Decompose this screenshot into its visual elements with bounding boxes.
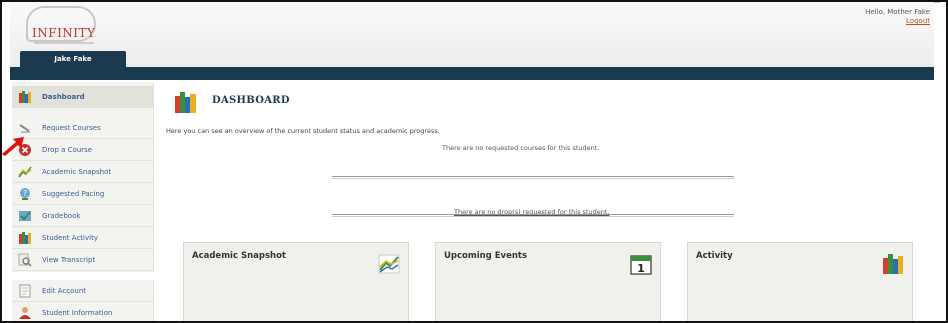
widget-title: Upcoming Events (444, 251, 528, 261)
question-icon: ? (18, 187, 32, 201)
sidebar-item-label: Suggested Pacing (42, 189, 105, 198)
sidebar-item-academic-snapshot[interactable]: Academic Snapshot (12, 161, 154, 183)
sidebar-item-dashboard[interactable]: Dashboard (12, 86, 154, 108)
logo-underline (34, 42, 94, 44)
logo-text: INFINITY (32, 26, 96, 40)
sidebar-item-label: View Transcript (42, 255, 96, 264)
magnifier-icon (18, 253, 32, 267)
section-divider (332, 214, 734, 217)
greeting-text: Hello, Mother Fake (865, 8, 930, 16)
navigation-bar (10, 67, 934, 80)
header: INFINITY Hello, Mother Fake Logout (10, 2, 934, 67)
svg-text:?: ? (23, 189, 27, 198)
sidebar-item-gradebook[interactable]: Gradebook (12, 205, 154, 227)
sidebar-item-label: Drop a Course (42, 145, 93, 154)
widget-upcoming-events[interactable]: Upcoming Events 1 (435, 242, 661, 321)
sidebar: Dashboard Request Courses Drop a Course … (12, 82, 154, 321)
sidebar-item-label: Student Information (42, 308, 113, 317)
sidebar-item-view-transcript[interactable]: View Transcript (12, 249, 154, 271)
sidebar-item-label: Gradebook (42, 211, 81, 220)
widget-title: Activity (696, 251, 733, 261)
sidebar-item-label: Edit Account (42, 286, 87, 295)
calendar-icon: 1 (630, 255, 652, 275)
no-requested-courses-text: There are no requested courses for this … (442, 144, 600, 152)
page-title: DASHBOARD (212, 95, 290, 106)
student-tab[interactable]: Jake Fake (20, 51, 126, 67)
chart-icon (378, 254, 400, 274)
widget-activity[interactable]: Activity (687, 242, 913, 321)
logout-link[interactable]: Logout (906, 17, 930, 25)
books-icon (18, 90, 32, 104)
sidebar-item-label: Request Courses (42, 123, 101, 132)
sidebar-item-label: Student Activity (42, 233, 98, 242)
sidebar-item-request-courses[interactable]: Request Courses (12, 117, 154, 139)
app-frame: INFINITY Hello, Mother Fake Logout Jake … (0, 0, 948, 323)
books-icon (18, 231, 32, 245)
chart-icon (18, 165, 32, 179)
overview-text: Here you can see an overview of the curr… (166, 127, 440, 135)
calendar-day: 1 (637, 262, 645, 275)
checkmark-icon (18, 209, 32, 223)
person-icon (18, 306, 32, 320)
annotation-arrow (2, 137, 24, 156)
books-icon (883, 254, 903, 274)
main-content: DASHBOARD Here you can see an overview o… (162, 82, 934, 321)
sidebar-item-edit-account[interactable]: Edit Account (12, 280, 154, 302)
stapler-icon (18, 121, 32, 135)
sidebar-item-drop-course[interactable]: Drop a Course (12, 139, 154, 161)
widget-title: Academic Snapshot (192, 251, 286, 261)
sidebar-item-label: Academic Snapshot (42, 167, 112, 176)
sidebar-divider (12, 272, 154, 280)
sidebar-item-label: Dashboard (42, 92, 85, 101)
sidebar-item-student-information[interactable]: Student Information (12, 302, 154, 321)
section-divider (332, 176, 734, 179)
widget-academic-snapshot[interactable]: Academic Snapshot (183, 242, 409, 321)
infinity-logo[interactable]: INFINITY (20, 6, 104, 48)
sidebar-item-suggested-pacing[interactable]: ? Suggested Pacing (12, 183, 154, 205)
books-icon (175, 92, 196, 113)
sidebar-item-student-activity[interactable]: Student Activity (12, 227, 154, 249)
document-icon (18, 284, 32, 298)
